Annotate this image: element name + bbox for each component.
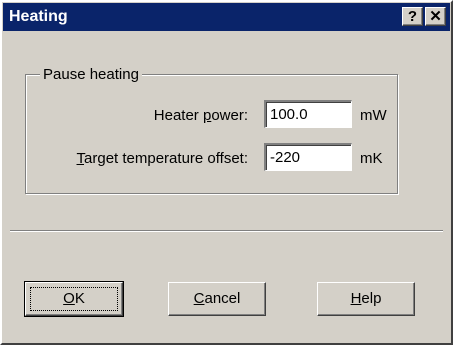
heater-power-input[interactable] [264, 100, 352, 128]
target-temperature-offset-input[interactable] [264, 143, 352, 171]
window-title: Heating [9, 8, 68, 25]
context-help-button[interactable]: ? [402, 7, 423, 26]
ok-button[interactable]: OK [24, 281, 124, 317]
title-bar[interactable]: Heating ? ✕ [3, 3, 450, 31]
focus-rect [30, 287, 118, 311]
group-legend: Pause heating [40, 66, 142, 83]
close-button[interactable]: ✕ [425, 7, 446, 26]
target-temperature-offset-unit: mK [360, 150, 383, 167]
heater-power-unit: mW [360, 107, 387, 124]
close-icon: ✕ [429, 8, 442, 25]
separator-line [10, 230, 443, 232]
help-button[interactable]: Help [317, 282, 415, 316]
heater-power-label: Heater power: [153, 107, 248, 124]
cancel-button[interactable]: Cancel [168, 282, 266, 316]
heating-dialog: Heating ? ✕ Pause heating Heater power: … [0, 0, 453, 345]
target-temperature-offset-label: Target temperature offset: [76, 150, 248, 167]
pause-heating-group [25, 74, 398, 194]
